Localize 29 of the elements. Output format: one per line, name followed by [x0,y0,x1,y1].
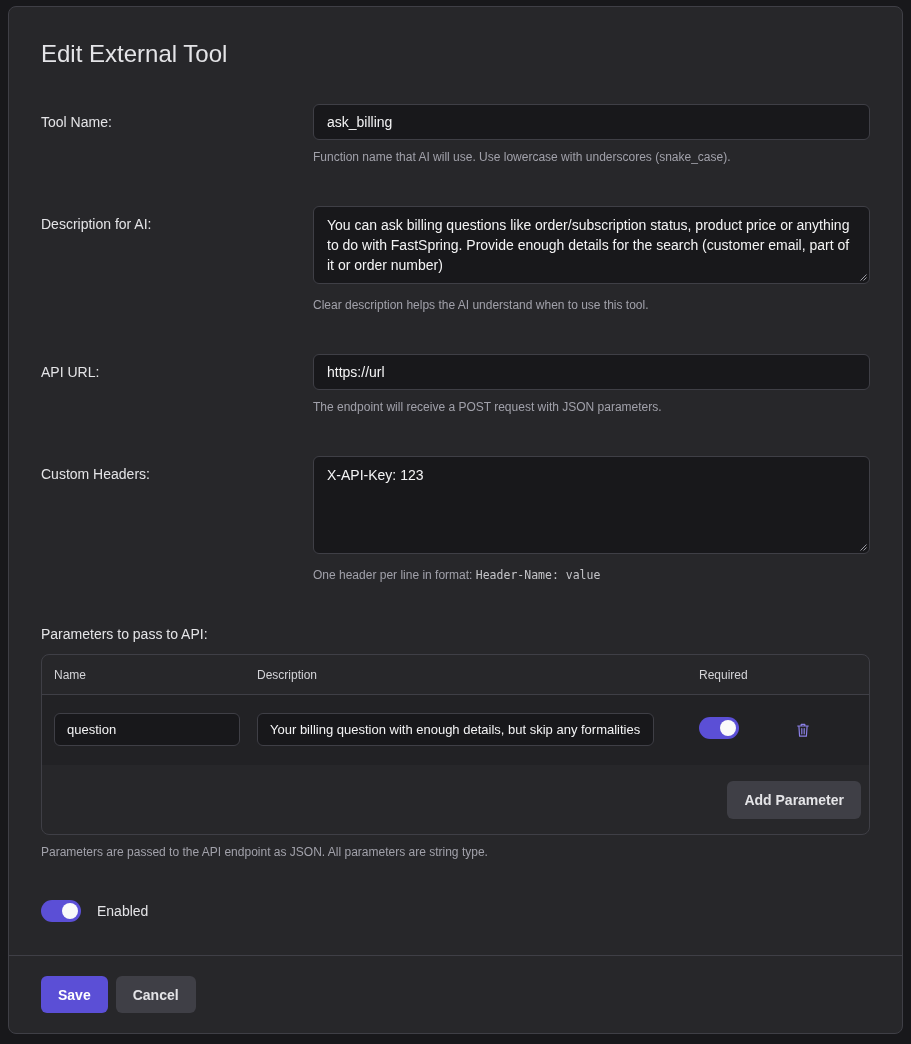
toggle-switch[interactable] [41,900,81,922]
section-label: Parameters to pass to API: [41,625,209,644]
text-input[interactable]: ask_billing [313,104,870,140]
field-label: Tool Name: [41,113,113,132]
column-header: Required [699,667,748,682]
toggle-switch[interactable] [699,716,739,739]
field-label: API URL: [41,363,101,382]
dialog-title: Edit External Tool [41,39,229,69]
trash-icon[interactable] [797,722,809,737]
helper-text: Parameters are passed to the API endpoint as JSON. All parameters are string type. [41,844,489,860]
field-label: Custom Headers: [41,465,151,484]
helper-text: Function name that AI will use. Use lowercase with underscores (snake_case). [313,149,732,165]
resize-grip-icon[interactable] [860,274,867,281]
toggle-label: Enabled [97,902,149,921]
helper-text: One header per line in format: Header-Name: value [313,567,602,583]
text-area[interactable]: X-API-Key: 123 [313,456,870,554]
field-label: Description for AI: [41,215,153,234]
resize-grip-icon[interactable] [860,544,867,551]
column-header: Description [257,667,318,682]
name-input[interactable]: question [54,713,240,746]
cancel-button[interactable]: Cancel [115,976,196,1013]
column-header: Name [54,667,86,682]
text-area[interactable]: You can ask billing questions like order/subscription status, product price or anything to do with FastSpring. Provide enough details for the search (customer email, part of it or order number) [313,206,870,284]
save-button[interactable]: Save [41,976,108,1013]
helper-text: The endpoint will receive a POST request with JSON parameters. [313,399,663,415]
helper-text: Clear description helps the AI understand when to use this tool. [313,297,650,313]
text-input[interactable]: https://url [313,354,870,390]
add-parameter-button[interactable]: Add Parameter [727,781,861,819]
description-input[interactable]: Your billing question with enough details, but skip any formalities [257,713,654,746]
